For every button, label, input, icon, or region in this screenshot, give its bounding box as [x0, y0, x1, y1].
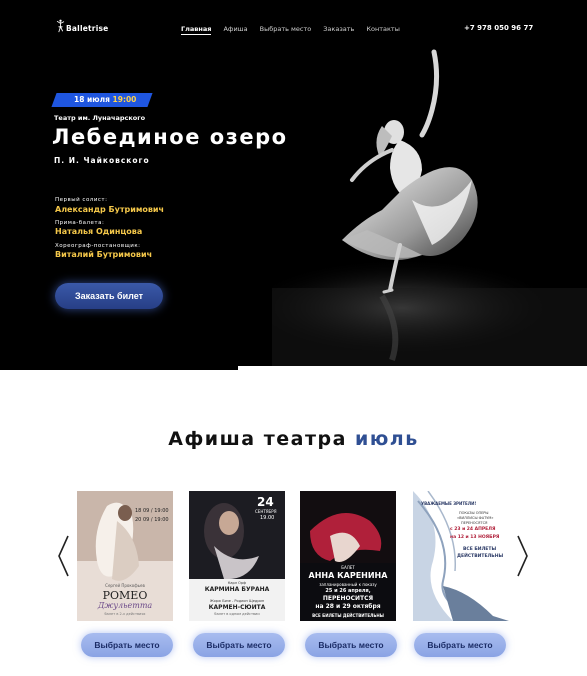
choose-seat-button-4[interactable]: Выбрать место — [414, 633, 506, 657]
poster-3-line-5: ВСЕ БИЛЕТЫ ДЕЙСТВИТЕЛЬНЫ — [312, 613, 384, 618]
poster-4-line-5: с 23 и 24 АПРЕЛЯ — [450, 527, 496, 532]
credit-name-soloist: Александр Бутримович — [55, 205, 165, 214]
nav-item-afisha[interactable]: Афиша — [223, 25, 247, 35]
poster-2-composer-2: Жорж Бизе - Родион Щедрин — [209, 599, 265, 603]
poster-3-title: АННА КАРЕНИНА — [308, 571, 388, 580]
ballerina-icon — [56, 19, 65, 33]
poster-anna-karenina[interactable]: БАЛЕТ АННА КАРЕНИНА запланированный к по… — [300, 491, 396, 621]
poster-carmina-burana[interactable]: 24 СЕНТЯБРЯ 19.00 Карл Орф КАРМИНА БУРАН… — [189, 491, 285, 621]
chevron-right-icon[interactable] — [516, 534, 530, 578]
event-venue: Театр им. Луначарского — [54, 114, 146, 122]
poster-4-line-3: «ВИЛЛИСЫ ФАТУМ» — [457, 516, 494, 520]
credit-name-choreographer: Виталий Бутримович — [55, 250, 153, 259]
buy-ticket-button[interactable]: Заказать билет — [55, 283, 163, 309]
afisha-title-main: Афиша театра — [168, 428, 347, 450]
poster-4-line-8: ДЕЙСТВИТЕЛЬНЫ — [457, 554, 504, 559]
poster-2-title: КАРМИНА БУРАНА — [204, 586, 270, 593]
main-nav: Главная Афиша Выбрать место Заказать Кон… — [181, 25, 400, 35]
poster-romeo-juliet[interactable]: 18 09 / 19:00 20 09 / 19:00 Сергей Проко… — [77, 491, 173, 621]
poster-4-line-7: ВСЕ БИЛЕТЫ — [463, 547, 497, 552]
event-time: 19:00 — [112, 95, 137, 104]
choose-seat-button-3[interactable]: Выбрать место — [305, 633, 397, 657]
poster-4-line-1: УВАЖАЕМЫЕ ЗРИТЕЛИ! — [421, 501, 477, 506]
poster-3-line-3: ПЕРЕНОСИТСЯ — [322, 595, 374, 602]
nav-item-choose-seat[interactable]: Выбрать место — [260, 25, 312, 35]
credit-label-soloist: Первый солист: — [55, 197, 108, 203]
poster-1-date-2: 20 09 / 19:00 — [135, 517, 169, 523]
poster-2-composer: Карл Орф — [227, 581, 247, 585]
hero-bottom-strip — [0, 366, 238, 370]
poster-3-label: БАЛЕТ — [341, 565, 355, 570]
poster-2-month: СЕНТЯБРЯ — [255, 509, 277, 514]
show-composer: П. И. Чайковского — [54, 156, 150, 165]
nav-item-order[interactable]: Заказать — [323, 25, 354, 35]
poster-1-subtitle: Джульетта — [97, 601, 153, 610]
poster-2-time: 19.00 — [260, 515, 275, 521]
afisha-title-month: июль — [355, 428, 419, 450]
brand-logo[interactable]: Balletrise — [56, 19, 108, 33]
poster-2-note: балет в одном действии — [214, 612, 260, 616]
poster-4-line-6: на 12 и 13 НОЯБРЯ — [450, 535, 500, 540]
brand-name: Balletrise — [66, 24, 109, 33]
nav-item-contacts[interactable]: Контакты — [366, 25, 399, 35]
poster-1-date-1: 18 09 / 19:00 — [135, 508, 169, 514]
poster-3-line-1: запланированный к показу — [319, 582, 377, 587]
poster-3-line-2: 25 и 26 апреля, — [325, 588, 371, 594]
chevron-left-icon[interactable] — [56, 534, 70, 578]
poster-villisy-fatum[interactable]: УВАЖАЕМЫЕ ЗРИТЕЛИ! ПОКАЗЫ ОПЕРЫ «ВИЛЛИСЫ… — [413, 491, 509, 621]
credit-name-prima: Наталья Одинцова — [55, 227, 143, 236]
phone-link[interactable]: +7 978 050 96 77 — [464, 24, 533, 32]
poster-1-composer: Сергей Прокофьев — [105, 583, 145, 588]
dancer-photo — [272, 49, 587, 366]
poster-3-line-4: на 28 и 29 октября — [315, 603, 381, 610]
poster-4-line-2: ПОКАЗЫ ОПЕРЫ — [459, 511, 489, 515]
nav-item-home[interactable]: Главная — [181, 25, 212, 35]
poster-2-title-2: КАРМЕН-СЮИТА — [208, 604, 266, 611]
event-date: 18 июля 19:00 — [74, 95, 136, 104]
credit-label-choreographer: Хореограф-постановщик: — [55, 243, 141, 249]
poster-1-note: балет в 2-х действиях — [104, 612, 146, 616]
poster-4-line-4: ПЕРЕНОСЯТСЯ — [461, 521, 488, 525]
credit-label-prima: Прима-балета: — [55, 220, 105, 226]
afisha-title: Афиша театра июль — [0, 428, 587, 450]
hero-section: Balletrise Главная Афиша Выбрать место З… — [0, 0, 587, 366]
poster-2-day: 24 — [257, 495, 274, 509]
show-title: Лебединое озеро — [52, 125, 288, 149]
choose-seat-button-2[interactable]: Выбрать место — [193, 633, 285, 657]
event-day: 18 июля — [74, 95, 110, 104]
choose-seat-button-1[interactable]: Выбрать место — [81, 633, 173, 657]
